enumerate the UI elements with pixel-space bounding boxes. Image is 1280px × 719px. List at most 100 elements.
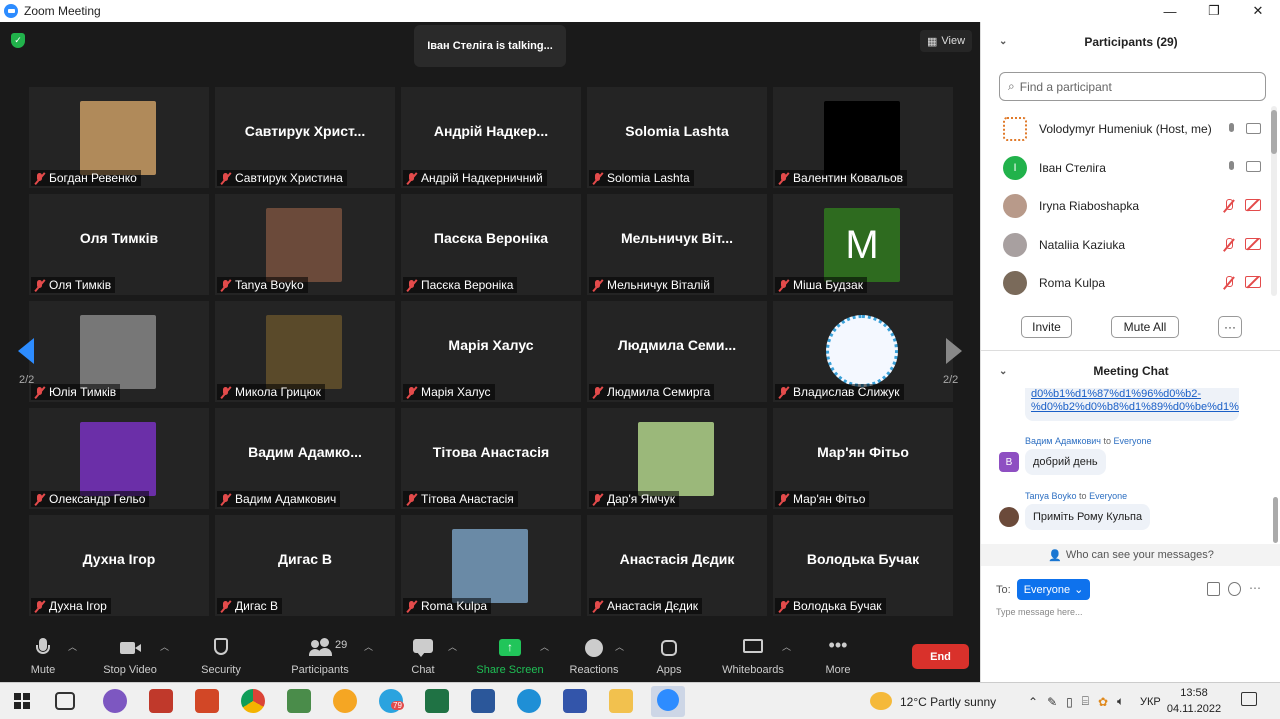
clock[interactable]: 13:58 04.11.2022 [1164, 685, 1224, 717]
reactions-button[interactable]: Reactions [568, 630, 620, 682]
word-icon[interactable] [471, 689, 495, 713]
recipient-dropdown[interactable]: Everyone ⌄ [1016, 579, 1091, 600]
save-disk-icon[interactable] [563, 689, 587, 713]
video-tile[interactable]: Тітова Анастасія Тітова Анастасія [401, 408, 581, 509]
video-camera-icon[interactable] [1246, 122, 1261, 134]
calculator-icon[interactable] [287, 689, 311, 713]
excel-icon[interactable] [425, 689, 449, 713]
participants-button[interactable]: Participants [287, 630, 353, 682]
chat-link-text[interactable]: d0%b1%d1%87%d1%96%d0%b2-%d0%b2%d0%b8%d1%… [1031, 388, 1239, 413]
video-camera-icon[interactable] [1246, 161, 1261, 173]
file-icon[interactable] [1207, 582, 1220, 596]
mute-all-button[interactable]: Mute All [1111, 316, 1179, 338]
participants-more-button[interactable]: ··· [1218, 316, 1242, 338]
video-off-icon[interactable] [1245, 276, 1261, 289]
chat-collapse-chevron-icon[interactable]: ⌄ [999, 366, 1007, 377]
video-off-icon[interactable] [1245, 237, 1261, 250]
network-icon[interactable]: ⌸ [1082, 694, 1089, 709]
video-tile[interactable]: Богдан Ревенко [29, 87, 209, 188]
participant-search-input[interactable]: ⌕ Find a participant [999, 72, 1266, 101]
video-tile[interactable]: Людмила Семи... Людмила Семирга [587, 301, 767, 402]
apps-button[interactable]: Apps [652, 630, 686, 682]
video-tile[interactable]: Дар'я Ямчук [587, 408, 767, 509]
chat-scrollbar[interactable] [1273, 497, 1278, 543]
microphone-icon[interactable] [1227, 122, 1236, 136]
video-tile[interactable]: Володька Бучак Володька Бучак [773, 515, 953, 616]
viber-icon[interactable] [103, 689, 127, 713]
video-tile[interactable]: Дигас В Дигас В [215, 515, 395, 616]
mic-muted-icon[interactable] [1223, 199, 1235, 213]
end-meeting-button[interactable]: End [912, 644, 969, 669]
video-tile[interactable]: Олександр Гельо [29, 408, 209, 509]
participants-options-caret-icon[interactable]: ︿ [364, 640, 373, 653]
edge-icon[interactable] [517, 689, 541, 713]
app-tray-icon[interactable]: ✿ [1098, 695, 1108, 709]
chat-options-caret-icon[interactable]: ︿ [448, 640, 457, 653]
close-button[interactable]: ✕ [1236, 0, 1280, 22]
video-tile[interactable]: Solomia Lashta Solomia Lashta [587, 87, 767, 188]
chat-link-message[interactable]: d0%b1%d1%87%d1%96%d0%b2-%d0%b2%d0%b8%d1%… [1025, 388, 1239, 421]
mic-muted-icon[interactable] [1223, 237, 1235, 252]
mute-button[interactable]: Mute [28, 630, 58, 682]
task-view-icon[interactable] [55, 692, 75, 710]
microphone-icon[interactable] [1227, 161, 1236, 174]
next-page-arrow-icon[interactable] [946, 338, 962, 364]
weather-icon[interactable] [870, 692, 892, 710]
more-button[interactable]: ••• More [822, 630, 854, 682]
video-tile[interactable]: Юлія Тимків [29, 301, 209, 402]
chrome-icon[interactable] [241, 689, 265, 713]
video-tile[interactable]: Вадим Адамко... Вадим Адамкович [215, 408, 395, 509]
video-tile[interactable]: Микола Грицюк [215, 301, 395, 402]
minimize-button[interactable]: — [1148, 0, 1192, 22]
video-tile[interactable]: Марія Халус Марія Халус [401, 301, 581, 402]
participant-row[interactable]: I Іван Стеліга [981, 149, 1280, 188]
more-options-icon[interactable]: ⋯ [1249, 582, 1262, 596]
participant-row[interactable]: Roma Kulpa [981, 264, 1280, 303]
maximize-button[interactable]: ❐ [1192, 0, 1236, 22]
video-tile[interactable]: Валентин Ковальов [773, 87, 953, 188]
avast-icon[interactable] [333, 689, 357, 713]
video-tile[interactable]: Духна Ігор Духна Ігор [29, 515, 209, 616]
whiteboards-options-caret-icon[interactable]: ︿ [782, 640, 791, 653]
video-options-caret-icon[interactable]: ︿ [160, 640, 169, 653]
video-off-icon[interactable] [1245, 199, 1261, 212]
volume-icon[interactable]: 🔈︎ [1117, 694, 1124, 709]
mute-options-caret-icon[interactable]: ︿ [68, 640, 77, 653]
video-tile[interactable]: Савтирук Христ... Савтирук Христина [215, 87, 395, 188]
security-button[interactable]: Security [198, 630, 244, 682]
video-tile[interactable]: Андрій Надкер... Андрій Надкерничний [401, 87, 581, 188]
phone-icon[interactable]: ▯ [1066, 695, 1073, 709]
language-indicator[interactable]: УКР [1140, 683, 1161, 719]
telegram-icon[interactable]: 79 [379, 689, 404, 713]
invite-button[interactable]: Invite [1021, 316, 1072, 338]
chat-button[interactable]: Chat [408, 630, 438, 682]
previous-page-arrow-icon[interactable] [18, 338, 34, 364]
weather-text[interactable]: 12°C Partly sunny [900, 683, 996, 719]
who-can-see-link[interactable]: 👤 Who can see your messages? [981, 544, 1280, 566]
video-tile[interactable]: Анастасія Дєдик Анастасія Дєдик [587, 515, 767, 616]
reactions-options-caret-icon[interactable]: ︿ [615, 640, 624, 653]
video-tile[interactable]: Мар'ян Фітьо Мар'ян Фітьо [773, 408, 953, 509]
share-screen-button[interactable]: ↑ Share Screen [474, 630, 546, 682]
video-tile[interactable]: Roma Kulpa [401, 515, 581, 616]
view-button[interactable]: ▦ View [920, 30, 972, 52]
windows-start-icon[interactable] [14, 693, 30, 709]
mic-muted-icon[interactable] [1223, 276, 1235, 290]
video-tile[interactable]: Пасєка Вероніка Пасєка Вероніка [401, 194, 581, 295]
stop-video-button[interactable]: Stop Video [100, 630, 160, 682]
emoji-icon[interactable] [1228, 582, 1241, 596]
chat-message-input[interactable]: Type message here... [996, 607, 1083, 617]
participant-row[interactable]: Iryna Riaboshapka [981, 187, 1280, 226]
participant-row[interactable]: Nataliia Kaziuka [981, 226, 1280, 265]
collapse-chevron-icon[interactable]: ⌄ [999, 36, 1007, 47]
notifications-icon[interactable] [1241, 692, 1257, 706]
participant-list-scrollbar[interactable] [1271, 106, 1277, 296]
stats-app-icon[interactable] [149, 689, 173, 713]
zoom-taskbar-button[interactable] [651, 686, 685, 717]
security-shield-icon[interactable]: ✓ [11, 33, 25, 48]
powerpoint-icon[interactable] [195, 689, 219, 713]
share-options-caret-icon[interactable]: ︿ [540, 640, 549, 653]
pen-icon[interactable]: ✎ [1047, 695, 1057, 709]
video-tile[interactable]: Оля Тимків Оля Тимків [29, 194, 209, 295]
video-tile[interactable]: Tanya Boyko [215, 194, 395, 295]
